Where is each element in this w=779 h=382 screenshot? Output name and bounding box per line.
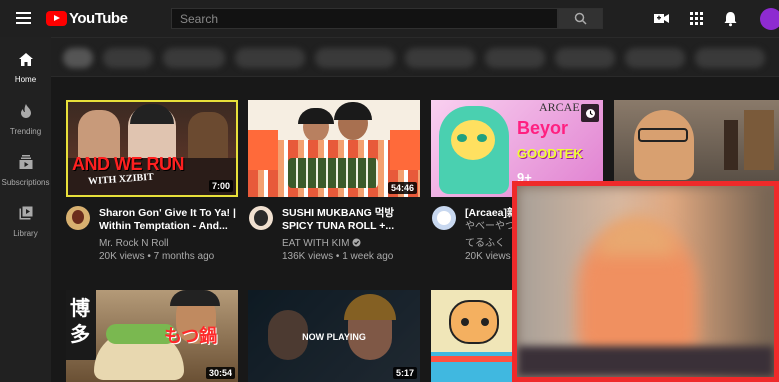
sidebar-item-label: Home — [14, 75, 37, 84]
bell-icon[interactable] — [722, 10, 739, 27]
picture-in-picture-player[interactable] — [512, 181, 779, 382]
chip[interactable] — [625, 48, 685, 68]
thumbnail-text: ARCAE — [539, 100, 580, 114]
search-button[interactable] — [558, 8, 603, 29]
menu-icon[interactable] — [16, 12, 31, 24]
thumbnail-text: 多 — [70, 322, 90, 346]
chip[interactable] — [63, 48, 93, 68]
chip[interactable] — [103, 48, 153, 68]
thumbnail-text: AND WE RUN — [72, 154, 185, 174]
apps-grid-icon[interactable] — [688, 10, 705, 27]
video-title-line: SUSHI MUKBANG 먹방 — [282, 207, 395, 219]
video-title-line: SPICY TUNA ROLL +... — [282, 220, 395, 232]
thumbnail-text: GOODTEK — [517, 146, 583, 161]
channel-name[interactable]: EAT WITH KIM — [282, 237, 361, 250]
chip[interactable] — [163, 48, 225, 68]
channel-avatar[interactable] — [66, 206, 90, 230]
channel-name-text: EAT WITH KIM — [282, 238, 350, 249]
masthead: YouTube Search — [0, 0, 779, 37]
video-thumbnail[interactable]: NOW PLAYING 5:17 — [248, 290, 420, 382]
trending-icon — [20, 104, 31, 118]
channel-name[interactable]: やべーやつ — [465, 220, 515, 233]
video-camera-icon[interactable] — [653, 10, 670, 27]
sidebar-item-subscriptions[interactable]: Subscriptions — [0, 155, 51, 187]
channel-name[interactable]: てるふく — [465, 237, 515, 250]
search-input[interactable]: Search — [171, 8, 558, 29]
chip[interactable] — [695, 48, 765, 68]
home-icon — [18, 53, 33, 66]
channel-avatar[interactable] — [249, 206, 273, 230]
video-title[interactable]: SUSHI MUKBANG 먹방 SPICY TUNA ROLL +... — [282, 207, 422, 233]
chip[interactable] — [235, 48, 305, 68]
subscriptions-icon — [19, 155, 32, 169]
search-icon — [574, 12, 587, 25]
youtube-logo-icon — [46, 11, 67, 26]
video-duration: 30:54 — [205, 367, 235, 379]
thumbnail-text: Beyor — [517, 118, 569, 138]
chip[interactable] — [315, 48, 395, 68]
video-title[interactable]: [Arcaea]新 — [465, 207, 515, 220]
sidebar-item-label: Subscriptions — [1, 178, 50, 187]
video-thumbnail[interactable] — [614, 100, 779, 181]
sidebar: Home Trending Subscriptions Library — [0, 37, 51, 382]
sidebar-item-library[interactable]: Library — [0, 206, 51, 238]
channel-name[interactable]: Mr. Rock N Roll — [99, 237, 168, 250]
channel-avatar[interactable] — [432, 206, 456, 230]
account-avatar[interactable] — [760, 8, 779, 30]
chip-bar — [51, 37, 779, 77]
video-thumbnail[interactable] — [431, 290, 512, 382]
video-meta: 136K views • 1 week ago — [282, 251, 394, 262]
sidebar-item-home[interactable]: Home — [0, 53, 51, 84]
video-meta: 20K views • 7 months ago — [99, 251, 215, 262]
chip[interactable] — [555, 48, 615, 68]
thumbnail-text: 博 — [70, 296, 90, 320]
video-title-line: Sharon Gon' Give It To Ya! | — [99, 207, 236, 219]
video-thumbnail[interactable]: 博 多 もつ鍋 30:54 — [66, 290, 238, 382]
video-title-line: Within Temptation - And... — [99, 220, 228, 232]
sidebar-item-trending[interactable]: Trending — [0, 104, 51, 136]
thumbnail-text: もつ鍋 — [164, 326, 218, 347]
library-icon — [19, 206, 32, 220]
video-thumbnail[interactable]: 54:46 — [248, 100, 420, 197]
video-thumbnail[interactable]: AND WE RUN WITH XZIBIT 7:00 — [66, 100, 238, 197]
verified-icon — [352, 238, 361, 247]
now-playing-label: NOW PLAYING — [302, 332, 366, 342]
youtube-logo[interactable]: YouTube — [46, 10, 128, 27]
sidebar-item-label: Trending — [9, 127, 42, 136]
video-duration: 5:17 — [392, 367, 417, 379]
logo-text: YouTube — [69, 10, 128, 27]
video-meta: 20K views — [465, 251, 511, 262]
sidebar-item-label: Library — [13, 229, 38, 238]
video-duration: 54:46 — [387, 182, 417, 194]
video-duration: 7:00 — [208, 180, 233, 192]
chip[interactable] — [485, 48, 545, 68]
watch-later-icon[interactable] — [581, 104, 599, 122]
video-title[interactable]: Sharon Gon' Give It To Ya! | Within Temp… — [99, 207, 239, 233]
chip[interactable] — [405, 48, 475, 68]
